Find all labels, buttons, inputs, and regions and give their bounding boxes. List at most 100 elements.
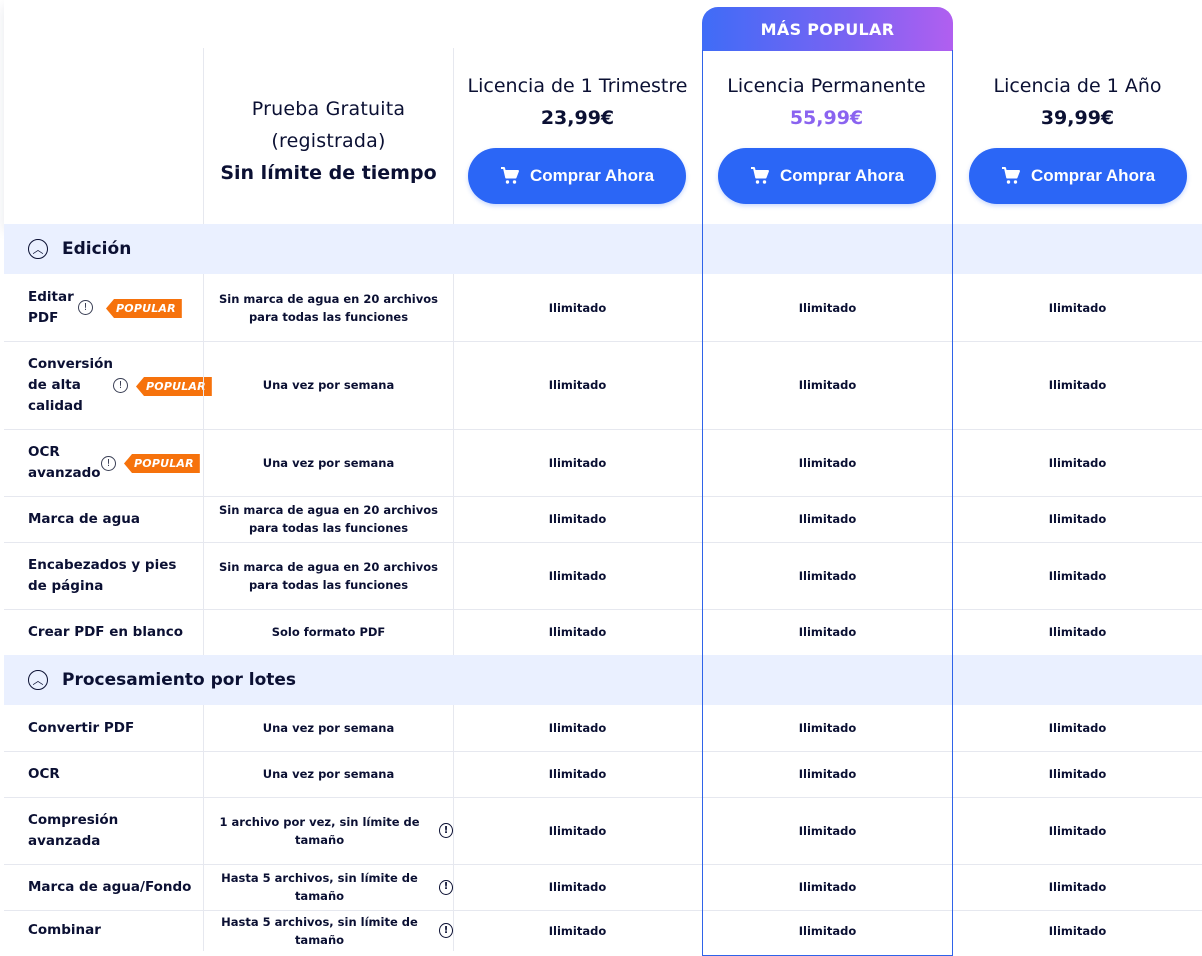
year-value: Ilimitado bbox=[1048, 625, 1107, 639]
most-popular-tag: MÁS POPULAR bbox=[702, 7, 953, 51]
year-value: Ilimitado bbox=[1048, 455, 1107, 470]
plan-price: 55,99€ bbox=[789, 107, 864, 129]
permanent-value: Ilimitado bbox=[798, 625, 857, 639]
trial-value: Solo formato PDF bbox=[203, 609, 454, 655]
buy-button-label: Comprar Ahora bbox=[779, 166, 905, 185]
quarter-value: Ilimitado bbox=[548, 378, 607, 392]
permanent-value: Ilimitado bbox=[798, 880, 857, 894]
permanent-value: Ilimitado bbox=[798, 721, 857, 735]
year-value: Ilimitado bbox=[1048, 378, 1107, 392]
quarter-value: Ilimitado bbox=[548, 923, 607, 938]
section-label: Edición bbox=[62, 239, 132, 259]
trial-value: Sin marca de agua en 20 archivos para to… bbox=[203, 274, 454, 341]
feature-label: Encabezados y pies de página bbox=[28, 556, 177, 594]
info-icon[interactable]: ! bbox=[438, 923, 453, 938]
buy-button-label: Comprar Ahora bbox=[529, 166, 655, 185]
quarter-value: Ilimitado bbox=[548, 625, 607, 639]
feature-label: Conversión de alta calidad bbox=[28, 355, 113, 414]
trial-value: Una vez por semana bbox=[203, 341, 454, 429]
trial-value: Sin marca de agua en 20 archivos para to… bbox=[203, 542, 454, 609]
plan-price: 39,99€ bbox=[1040, 107, 1115, 129]
feature-label: OCR bbox=[28, 765, 60, 782]
cart-icon bbox=[1001, 167, 1020, 184]
trial-value-text: Hasta 5 archivos, sin límite de tamaño bbox=[221, 914, 418, 947]
trial-header: Prueba Gratuita (registrada) Sin límite … bbox=[204, 93, 453, 189]
trial-value: 1 archivo por vez, sin límite de tamaño! bbox=[203, 797, 454, 864]
year-value: Ilimitado bbox=[1048, 300, 1107, 315]
quarter-value: Ilimitado bbox=[548, 823, 607, 838]
plan-price: 23,99€ bbox=[540, 107, 615, 129]
info-icon[interactable]: ! bbox=[439, 823, 453, 838]
trial-subtitle: (registrada) bbox=[271, 130, 386, 152]
table-row: Compresión avanzada 1 archivo por vez, s… bbox=[4, 797, 1202, 865]
table-row: Combinar Hasta 5 archivos, sin límite de… bbox=[4, 910, 1202, 951]
year-value: Ilimitado bbox=[1048, 823, 1107, 838]
feature-label: Marca de agua bbox=[28, 510, 141, 527]
trial-value: Hasta 5 archivos, sin límite de tamaño! bbox=[203, 910, 454, 951]
buy-button-year[interactable]: Comprar Ahora bbox=[969, 148, 1187, 204]
year-value: Ilimitado bbox=[1048, 721, 1107, 735]
table-row: Editar PDF ! POPULAR Sin marca de agua e… bbox=[4, 274, 1202, 342]
popular-badge: POPULAR bbox=[124, 454, 200, 473]
info-icon[interactable]: ! bbox=[101, 456, 116, 471]
table-row: OCR avanzado ! POPULAR Una vez por seman… bbox=[4, 429, 1202, 497]
feature-label: Editar PDF bbox=[28, 288, 74, 326]
permanent-value: Ilimitado bbox=[798, 455, 857, 470]
buy-button-quarter[interactable]: Comprar Ahora bbox=[468, 148, 686, 204]
feature-label: Compresión avanzada bbox=[28, 811, 119, 849]
table-row: Conversión de alta calidad ! POPULAR Una… bbox=[4, 341, 1202, 430]
feature-label: Marca de agua/Fondo bbox=[28, 878, 192, 895]
trial-title: Prueba Gratuita bbox=[251, 98, 406, 120]
feature-label: OCR avanzado bbox=[28, 443, 101, 481]
table-row: Convertir PDF Una vez por semana Ilimita… bbox=[4, 705, 1202, 752]
feature-label: Crear PDF en blanco bbox=[28, 623, 183, 640]
quarter-value: Ilimitado bbox=[548, 300, 607, 315]
feature-label: Combinar bbox=[28, 922, 101, 938]
quarter-value: Ilimitado bbox=[548, 512, 607, 526]
quarter-value: Ilimitado bbox=[548, 455, 607, 470]
info-icon[interactable]: ! bbox=[438, 879, 453, 895]
permanent-value: Ilimitado bbox=[798, 300, 857, 315]
year-value: Ilimitado bbox=[1048, 512, 1107, 526]
plan-title: Licencia de 1 Año bbox=[993, 75, 1162, 97]
table-row: OCR Una vez por semana Ilimitado Ilimita… bbox=[4, 751, 1202, 798]
section-procesamiento[interactable]: ︿ Procesamiento por lotes bbox=[4, 655, 1202, 705]
quarter-value: Ilimitado bbox=[548, 721, 607, 735]
trial-value: Una vez por semana bbox=[203, 429, 454, 496]
info-icon[interactable]: ! bbox=[113, 378, 128, 393]
section-label: Procesamiento por lotes bbox=[62, 670, 297, 690]
chevron-up-icon[interactable]: ︿ bbox=[28, 670, 48, 690]
plan-quarter-header: Licencia de 1 Trimestre 23,99€ bbox=[453, 50, 702, 132]
trial-value-text: Hasta 5 archivos, sin límite de tamaño bbox=[221, 871, 418, 903]
year-value: Ilimitado bbox=[1048, 880, 1107, 894]
trial-duration: Sin límite de tiempo bbox=[220, 162, 437, 184]
buy-button-permanent[interactable]: Comprar Ahora bbox=[718, 148, 936, 204]
popular-badge: POPULAR bbox=[136, 377, 212, 396]
plan-title: Licencia de 1 Trimestre bbox=[467, 75, 688, 97]
plan-title: Licencia Permanente bbox=[727, 75, 926, 97]
cart-icon bbox=[500, 167, 519, 184]
popular-badge: POPULAR bbox=[106, 299, 182, 318]
section-edicion[interactable]: ︿ Edición bbox=[4, 224, 1202, 274]
quarter-value: Ilimitado bbox=[548, 767, 607, 781]
year-value: Ilimitado bbox=[1048, 568, 1107, 583]
table-row: Crear PDF en blanco Solo formato PDF Ili… bbox=[4, 609, 1202, 655]
info-icon[interactable]: ! bbox=[78, 300, 93, 315]
chevron-up-icon[interactable]: ︿ bbox=[28, 239, 48, 259]
trial-value: Una vez por semana bbox=[203, 751, 454, 797]
table-row: Encabezados y pies de página Sin marca d… bbox=[4, 542, 1202, 610]
permanent-value: Ilimitado bbox=[798, 823, 857, 838]
buy-button-label: Comprar Ahora bbox=[1030, 166, 1156, 185]
permanent-value: Ilimitado bbox=[798, 568, 857, 583]
permanent-value: Ilimitado bbox=[798, 512, 857, 526]
trial-value: Hasta 5 archivos, sin límite de tamaño! bbox=[203, 864, 454, 910]
permanent-value: Ilimitado bbox=[798, 923, 857, 938]
quarter-value: Ilimitado bbox=[548, 880, 607, 894]
quarter-value: Ilimitado bbox=[548, 568, 607, 583]
year-value: Ilimitado bbox=[1048, 767, 1107, 781]
year-value: Ilimitado bbox=[1048, 923, 1107, 938]
cart-icon bbox=[750, 167, 769, 184]
table-row: Marca de agua/Fondo Hasta 5 archivos, si… bbox=[4, 864, 1202, 911]
permanent-value: Ilimitado bbox=[798, 378, 857, 392]
plan-year-header: Licencia de 1 Año 39,99€ bbox=[953, 50, 1202, 132]
